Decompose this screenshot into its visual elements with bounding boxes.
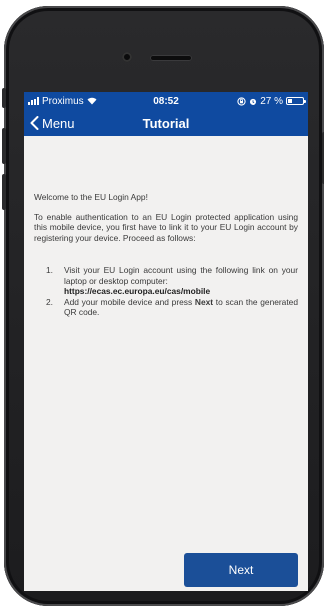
step-number: 1. <box>46 265 53 275</box>
step-keyword: Next <box>194 296 214 307</box>
intro-paragraph: To enable authentication to an EU Login … <box>34 211 298 243</box>
front-camera-icon <box>122 52 132 62</box>
step-text: Visit your EU Login account using the fo… <box>64 265 298 297</box>
list-item: 1. Visit your EU Login account using the… <box>34 265 298 297</box>
step-text: Add your mobile device and press Next to… <box>64 297 298 318</box>
chevron-left-icon <box>30 116 39 130</box>
mobile-registration-link: https://ecas.ec.europa.eu/cas/mobile <box>64 286 211 296</box>
next-button[interactable]: Next <box>184 553 298 587</box>
back-button[interactable]: Menu <box>24 116 75 131</box>
step-description: Visit your EU Login account using the fo… <box>64 265 298 286</box>
navigation-bar: Menu Tutorial <box>24 110 308 136</box>
step-number: 2. <box>46 296 53 307</box>
back-button-label: Menu <box>42 115 75 131</box>
earpiece-speaker <box>150 55 192 61</box>
volume-up-button <box>2 128 6 164</box>
volume-down-button <box>2 174 6 210</box>
welcome-text: Welcome to the EU Login App! <box>34 192 148 202</box>
app-screen: Proximus 08:52 27 % Menu Tutorial Welcom… <box>24 92 308 591</box>
steps-list: 1. Visit your EU Login account using the… <box>34 265 298 318</box>
battery-fill <box>288 99 292 103</box>
step-description-start: Add your mobile device and press <box>64 296 195 307</box>
list-item: 2. Add your mobile device and press Next… <box>34 297 298 318</box>
status-bar: Proximus 08:52 27 % <box>24 92 308 110</box>
tutorial-content: Welcome to the EU Login App! To enable a… <box>24 192 308 318</box>
battery-icon <box>286 97 306 105</box>
status-time: 08:52 <box>153 95 179 107</box>
mute-switch <box>2 88 6 108</box>
